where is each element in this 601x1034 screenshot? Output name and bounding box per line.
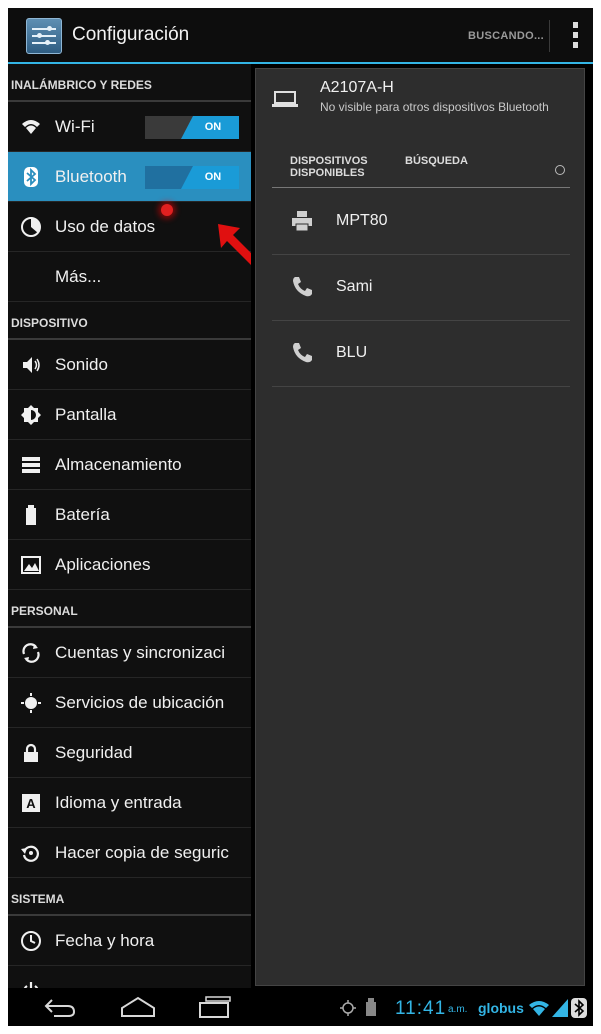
settings-item-date-time[interactable]: Fecha y hora xyxy=(8,916,251,966)
settings-item-data-usage[interactable]: Uso de datos xyxy=(8,202,251,252)
section-header-system: SISTEMA xyxy=(8,878,251,916)
settings-item-bluetooth[interactable]: Bluetooth ON xyxy=(8,152,251,202)
settings-item-label: Batería xyxy=(55,505,110,524)
settings-item-label: Más... xyxy=(55,267,102,286)
scanning-spinner-icon xyxy=(555,165,565,175)
settings-item-label: Pantalla xyxy=(55,405,117,424)
settings-item-label: Wi-Fi xyxy=(55,117,95,136)
bluetooth-pane: A2107A-H No visible para otros dispositi… xyxy=(255,68,585,986)
settings-item-security[interactable]: Seguridad xyxy=(8,728,251,778)
settings-item-more[interactable]: Más... xyxy=(8,252,251,302)
usb-debug-icon xyxy=(366,998,376,1016)
location-icon xyxy=(20,692,42,714)
wifi-toggle[interactable]: ON xyxy=(145,116,239,139)
status-ampm: a.m. xyxy=(448,1004,468,1015)
cell-signal-icon xyxy=(552,999,568,1017)
apps-icon xyxy=(20,554,42,576)
bluetooth-toggle[interactable]: ON xyxy=(145,166,239,189)
settings-item-cutoff[interactable] xyxy=(8,966,251,988)
device-list: MPT80 Sami BLU xyxy=(272,189,570,387)
tab-available-devices[interactable]: DISPOSITIVOS DISPONIBLES xyxy=(290,155,390,179)
scan-status[interactable]: BUSCANDO... xyxy=(468,30,544,42)
settings-item-storage[interactable]: Almacenamiento xyxy=(8,440,251,490)
sound-icon xyxy=(20,354,42,376)
bluetooth-status-icon xyxy=(571,998,587,1018)
device-visibility: No visible para otros dispositivos Bluet… xyxy=(320,100,549,114)
settings-item-label: Aplicaciones xyxy=(55,555,151,574)
bluetooth-icon xyxy=(20,166,42,188)
tab-search[interactable]: BÚSQUEDA xyxy=(405,155,468,167)
laptop-icon xyxy=(272,91,298,107)
recent-apps-icon[interactable] xyxy=(196,994,236,1020)
device-name: MPT80 xyxy=(336,212,388,229)
data-usage-icon xyxy=(20,216,42,238)
phone-icon xyxy=(290,341,314,365)
this-device[interactable]: A2107A-H No visible para otros dispositi… xyxy=(272,69,572,149)
device-name: A2107A-H xyxy=(320,79,394,96)
settings-item-label: Uso de datos xyxy=(55,217,156,236)
device-row-sami[interactable]: Sami xyxy=(272,255,570,321)
section-header-wireless: INALÁMBRICO Y REDES xyxy=(8,64,251,102)
settings-list: INALÁMBRICO Y REDES Wi-Fi ON Bluetooth O… xyxy=(8,64,251,988)
settings-item-label: Sonido xyxy=(55,355,108,374)
action-bar: Configuración BUSCANDO... xyxy=(8,8,593,64)
phone-icon xyxy=(290,275,314,299)
system-bar: 11:41 a.m. globus xyxy=(8,988,593,1026)
app-title: Configuración xyxy=(72,24,190,45)
settings-item-label: Bluetooth xyxy=(55,167,127,186)
svg-text:A: A xyxy=(26,796,36,811)
device-row-mpt80[interactable]: MPT80 xyxy=(272,189,570,255)
settings-item-language[interactable]: A Idioma y entrada xyxy=(8,778,251,828)
settings-item-display[interactable]: Pantalla xyxy=(8,390,251,440)
device-row-blu[interactable]: BLU xyxy=(272,321,570,387)
device-name: BLU xyxy=(336,344,368,361)
sync-icon xyxy=(20,642,42,664)
power-icon xyxy=(20,980,42,988)
section-header-personal: PERSONAL xyxy=(8,590,251,628)
settings-item-label: Almacenamiento xyxy=(55,455,182,474)
lock-icon xyxy=(20,742,42,764)
device-name: Sami xyxy=(336,278,373,295)
settings-app-icon[interactable] xyxy=(26,18,62,54)
wifi-signal-icon xyxy=(529,1001,549,1016)
overflow-menu-icon[interactable] xyxy=(573,22,578,50)
language-icon: A xyxy=(20,792,42,814)
location-status-icon xyxy=(340,1000,356,1016)
storage-icon xyxy=(20,454,42,476)
home-icon[interactable] xyxy=(118,994,158,1020)
screen: Configuración BUSCANDO... INALÁMBRICO Y … xyxy=(8,8,593,1026)
settings-item-sound[interactable]: Sonido xyxy=(8,340,251,390)
section-header-device: DISPOSITIVO xyxy=(8,302,251,340)
settings-item-label: Idioma y entrada xyxy=(55,793,182,812)
settings-item-apps[interactable]: Aplicaciones xyxy=(8,540,251,590)
back-icon[interactable] xyxy=(40,994,80,1020)
carrier-name: globus xyxy=(478,1000,524,1016)
backup-icon xyxy=(20,842,42,864)
settings-item-label: Seguridad xyxy=(55,743,133,762)
display-icon xyxy=(20,404,42,426)
status-clock: 11:41 xyxy=(395,998,447,1019)
battery-icon xyxy=(20,504,42,526)
settings-item-location[interactable]: Servicios de ubicación xyxy=(8,678,251,728)
settings-item-battery[interactable]: Batería xyxy=(8,490,251,540)
wifi-icon xyxy=(20,116,42,138)
settings-item-wifi[interactable]: Wi-Fi ON xyxy=(8,102,251,152)
printer-icon xyxy=(290,209,314,233)
settings-item-label: Servicios de ubicación xyxy=(55,693,225,712)
settings-item-label: Cuentas y sincronizaci xyxy=(55,643,226,662)
settings-item-backup[interactable]: Hacer copia de seguric xyxy=(8,828,251,878)
clock-icon xyxy=(20,930,42,952)
device-tabs: DISPOSITIVOS DISPONIBLES BÚSQUEDA xyxy=(272,153,570,188)
settings-item-accounts-sync[interactable]: Cuentas y sincronizaci xyxy=(8,628,251,678)
action-bar-divider xyxy=(549,20,550,52)
annotation-red-dot xyxy=(161,204,173,216)
settings-item-label: Hacer copia de seguric xyxy=(55,843,229,862)
settings-item-label: Fecha y hora xyxy=(55,931,155,950)
